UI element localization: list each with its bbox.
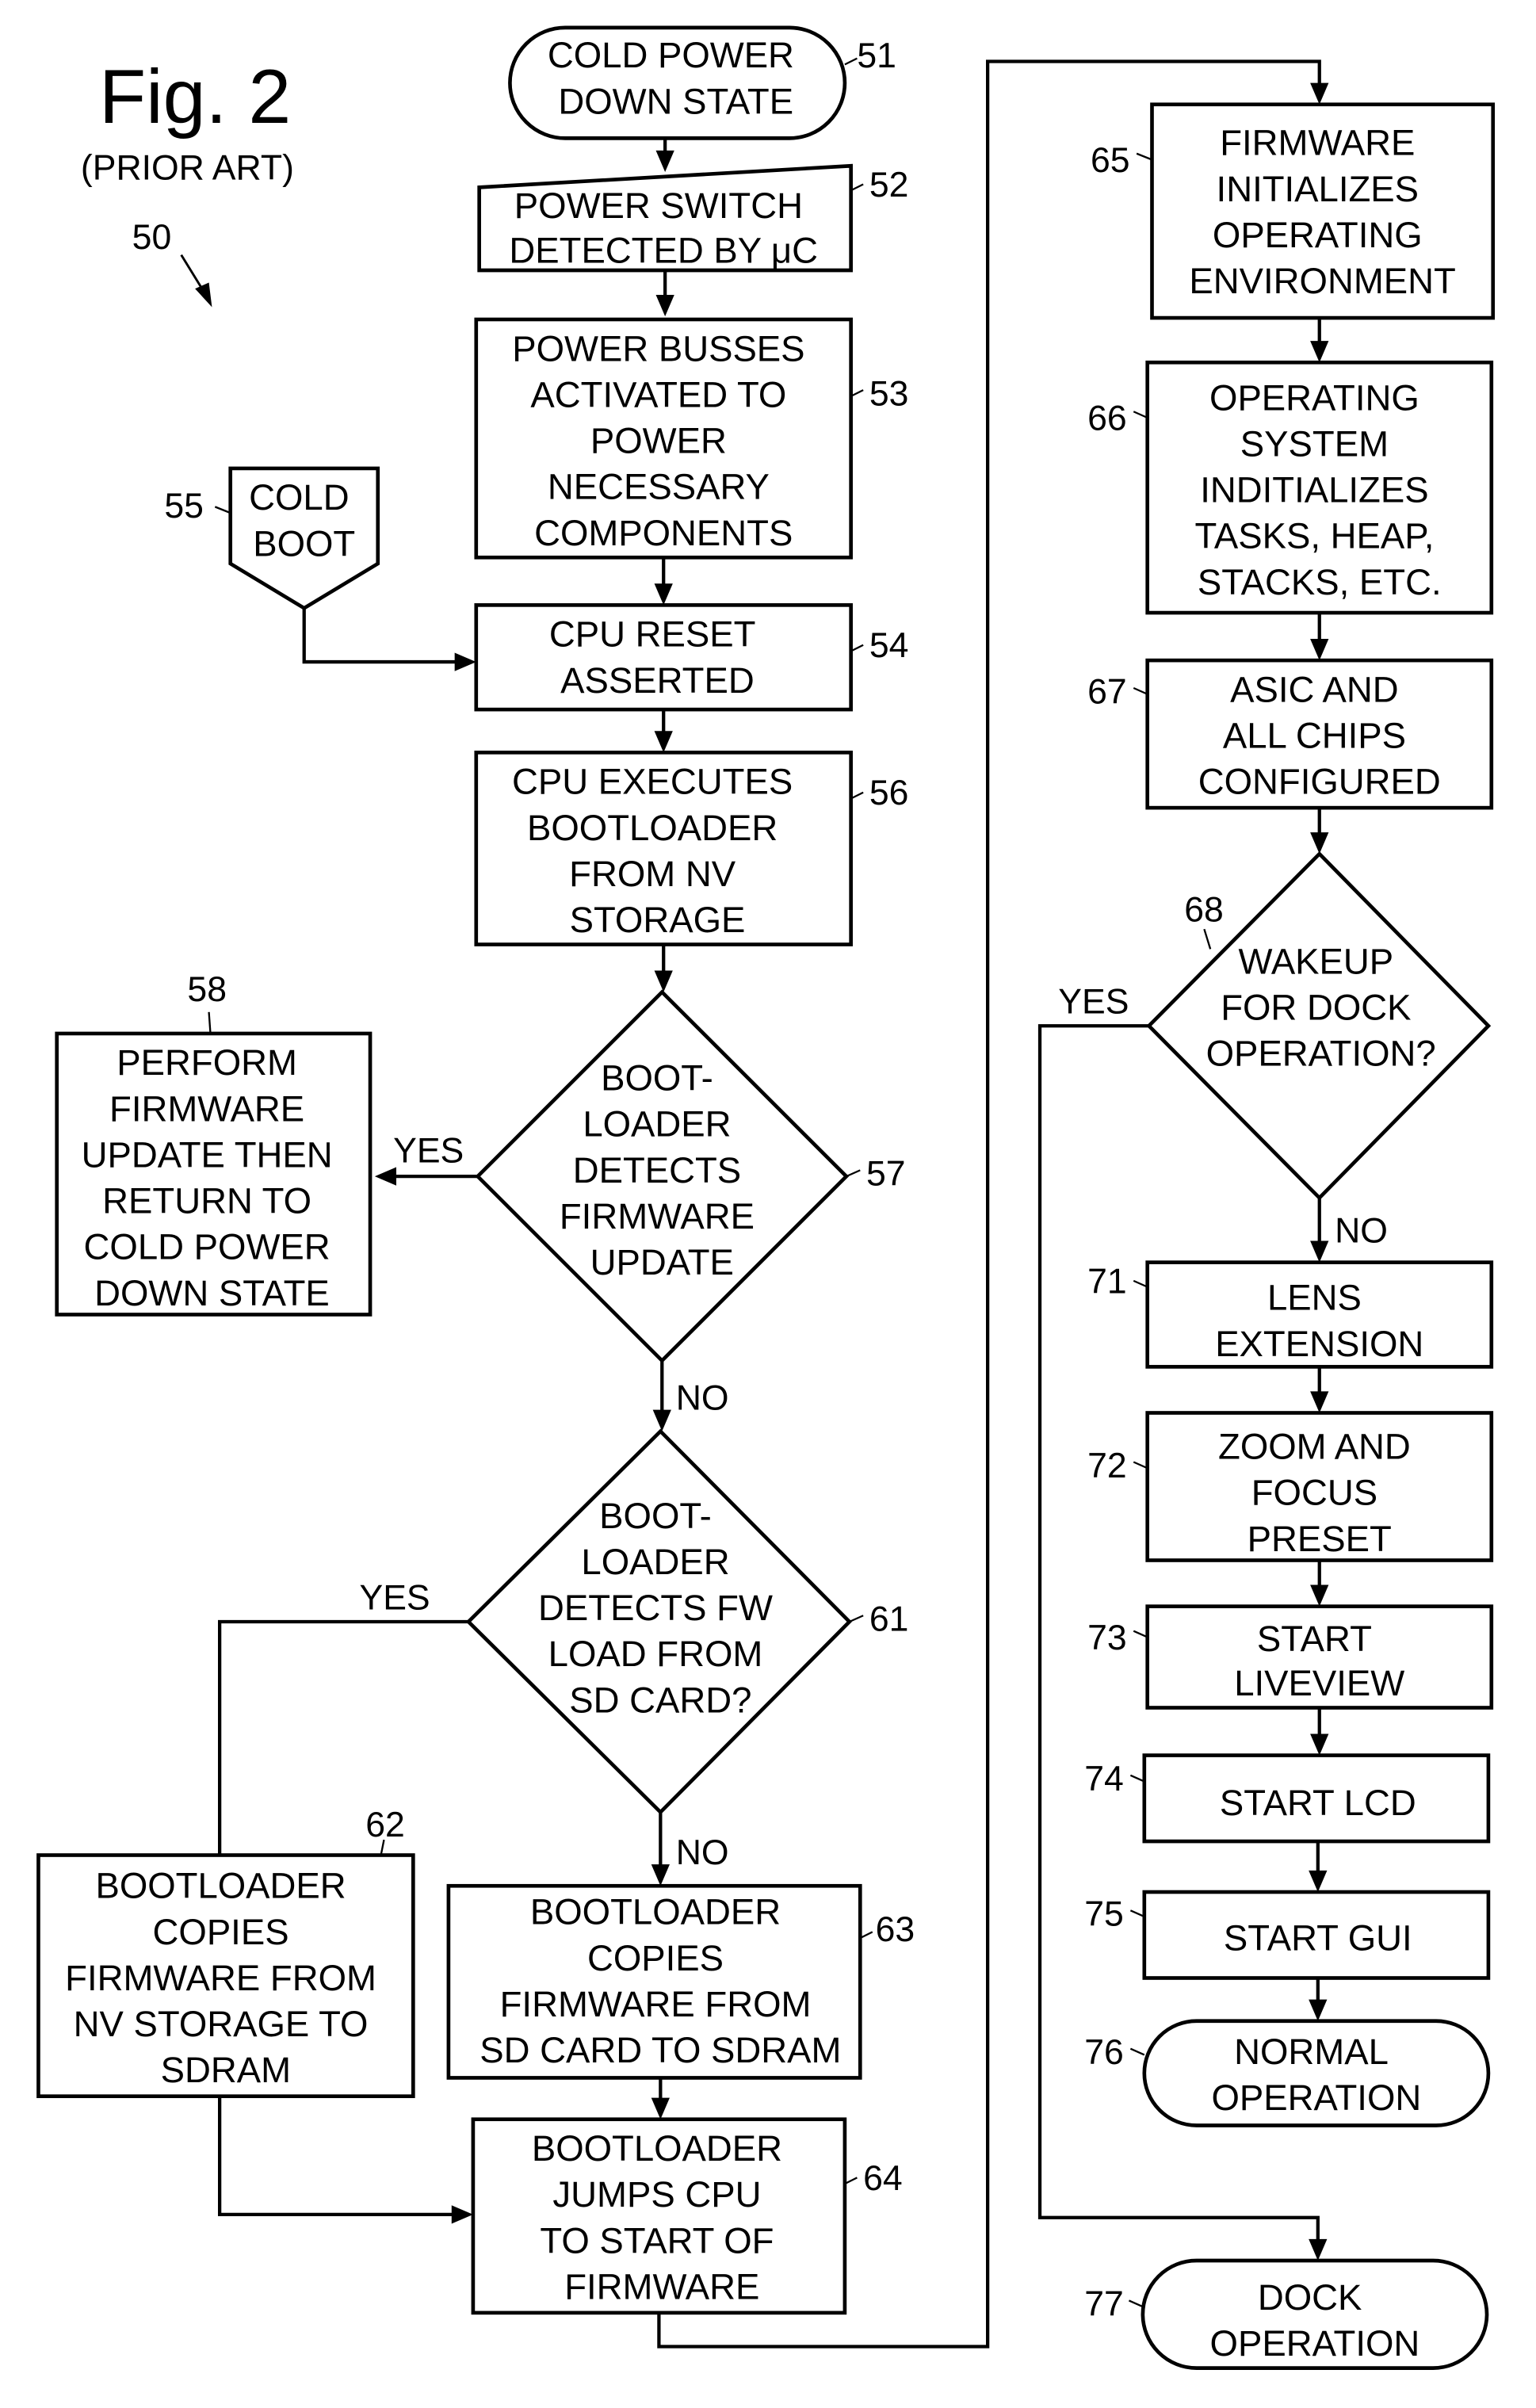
ref-53: 53 xyxy=(869,375,909,414)
node-72-zoom-focus-preset: ZOOM AND FOCUS PRESET 72 xyxy=(1087,1411,1494,1562)
edge-57-61-no: NO xyxy=(652,1360,729,1431)
ref-68: 68 xyxy=(1184,891,1224,930)
edge-67-68 xyxy=(1310,808,1329,854)
node-61-detects-fw-load-sd: BOOT- LOADER DETECTS FW LOAD FROM SD CAR… xyxy=(465,1428,909,1815)
edge-51-52 xyxy=(655,138,674,172)
node-75-start-gui: START GUI 75 xyxy=(1084,1890,1491,1980)
edge-61-63-no: NO xyxy=(651,1812,729,1886)
edge-68-71-no: NO xyxy=(1310,1198,1388,1263)
node-66-os-initializes: OPERATING SYSTEM INDITIALIZES TASKS, HEA… xyxy=(1087,360,1494,615)
ref-58: 58 xyxy=(187,970,227,1009)
node-76-normal-operation: NORMAL OPERATION 76 xyxy=(1084,2019,1491,2127)
ref-51: 51 xyxy=(857,36,896,75)
node-62-copies-from-nv-storage: BOOTLOADER COPIES FIRMWARE FROM NV STORA… xyxy=(36,1806,415,2099)
node-51-cold-power-down-state: COLD POWER DOWN STATE 51 xyxy=(508,25,896,140)
figure-subtitle: (PRIOR ART) xyxy=(81,149,294,188)
ref-67: 67 xyxy=(1087,672,1127,711)
ref-71: 71 xyxy=(1087,1262,1127,1301)
node-58-perform-firmware-update: PERFORM FIRMWARE UPDATE THEN RETURN TO C… xyxy=(55,970,373,1317)
edge-53-54 xyxy=(654,557,673,606)
node-71-lens-extension: LENS EXTENSION 71 xyxy=(1087,1260,1494,1369)
node-57-detects-firmware-update: BOOT- LOADER DETECTS FIRMWARE UPDATE 57 xyxy=(475,989,906,1363)
node-73-start-liveview: START LIVEVIEW 73 xyxy=(1087,1604,1494,1710)
ref-75: 75 xyxy=(1084,1895,1124,1934)
node-74-start-lcd: START LCD 74 xyxy=(1084,1753,1491,1844)
edge-66-67 xyxy=(1310,613,1329,661)
node-66-text: OPERATING SYSTEM INDITIALIZES TASKS, HEA… xyxy=(1194,377,1444,602)
ref-74: 74 xyxy=(1084,1760,1124,1798)
edge-74-75 xyxy=(1309,1841,1328,1892)
ref-76: 76 xyxy=(1084,2033,1124,2072)
node-55-cold-boot: COLD BOOT 55 xyxy=(164,466,380,610)
edge-57-yes-label: YES xyxy=(393,1132,464,1171)
node-56-cpu-executes-bootloader: CPU EXECUTES BOOTLOADER FROM NV STORAGE … xyxy=(474,751,909,946)
edge-62-64 xyxy=(218,2096,473,2224)
edge-61-yes-label: YES xyxy=(359,1579,430,1618)
ref-66: 66 xyxy=(1087,399,1127,438)
node-54-cpu-reset-asserted: CPU RESET ASSERTED 54 xyxy=(474,603,909,712)
ref-56: 56 xyxy=(869,774,909,812)
node-52-power-switch-detected: POWER SWITCH DETECTED BY μC 52 xyxy=(477,163,909,273)
edge-71-72 xyxy=(1310,1366,1329,1413)
edge-68-yes-label: YES xyxy=(1058,983,1129,1022)
ref-57: 57 xyxy=(866,1155,906,1194)
ref-52: 52 xyxy=(869,166,909,204)
node-65-firmware-initializes-env: FIRMWARE INITIALIZES OPERATING ENVIRONME… xyxy=(1091,102,1496,320)
figure-pointer-arrow xyxy=(180,254,212,308)
ref-73: 73 xyxy=(1087,1619,1127,1657)
edge-72-73 xyxy=(1310,1560,1329,1607)
edge-65-66 xyxy=(1310,318,1329,363)
edge-75-76 xyxy=(1309,1978,1328,2021)
ref-65: 65 xyxy=(1091,141,1130,180)
node-67-text: ASIC AND ALL CHIPS CONFIGURED xyxy=(1198,669,1441,801)
edge-61-no-label: NO xyxy=(676,1833,729,1872)
node-67-asic-configured: ASIC AND ALL CHIPS CONFIGURED 67 xyxy=(1087,658,1494,810)
ref-55: 55 xyxy=(164,487,204,526)
edge-63-64 xyxy=(651,2077,670,2119)
ref-64: 64 xyxy=(863,2159,903,2198)
ref-72: 72 xyxy=(1087,1447,1127,1485)
edge-57-58-yes: YES xyxy=(374,1132,478,1186)
flowchart: Fig. 2 (PRIOR ART) 50 COLD POWER DOWN ST… xyxy=(36,25,1496,2370)
node-77-dock-operation: DOCK OPERATION 77 xyxy=(1084,2258,1489,2370)
edge-54-56 xyxy=(654,709,673,753)
ref-63: 63 xyxy=(876,1910,915,1949)
node-68-wakeup-for-dock: WAKEUP FOR DOCK OPERATION? 68 xyxy=(1146,850,1492,1201)
node-53-power-busses-activated: POWER BUSSES ACTIVATED TO POWER NECESSAR… xyxy=(474,317,909,560)
edge-61-62-yes: YES xyxy=(218,1579,469,1856)
node-75-text: START GUI xyxy=(1224,1918,1412,1959)
edge-57-no-label: NO xyxy=(676,1379,729,1418)
ref-61: 61 xyxy=(869,1600,909,1639)
edge-73-74 xyxy=(1310,1707,1329,1756)
figure-ref: 50 xyxy=(132,218,172,257)
ref-54: 54 xyxy=(869,626,909,665)
node-64-jumps-cpu-to-firmware: BOOTLOADER JUMPS CPU TO START OF FIRMWAR… xyxy=(471,2117,903,2315)
figure-title: Fig. 2 xyxy=(99,53,291,140)
ref-77: 77 xyxy=(1084,2285,1124,2324)
edge-55-54 xyxy=(302,608,476,671)
node-63-copies-from-sd-card: BOOTLOADER COPIES FIRMWARE FROM SD CARD … xyxy=(446,1883,915,2080)
edge-56-57 xyxy=(654,944,673,992)
edge-68-no-label: NO xyxy=(1335,1211,1388,1250)
node-68-text: WAKEUP FOR DOCK OPERATION? xyxy=(1206,941,1436,1073)
edge-52-53 xyxy=(655,270,674,317)
ref-62: 62 xyxy=(365,1806,405,1844)
node-74-text: START LCD xyxy=(1220,1783,1416,1823)
